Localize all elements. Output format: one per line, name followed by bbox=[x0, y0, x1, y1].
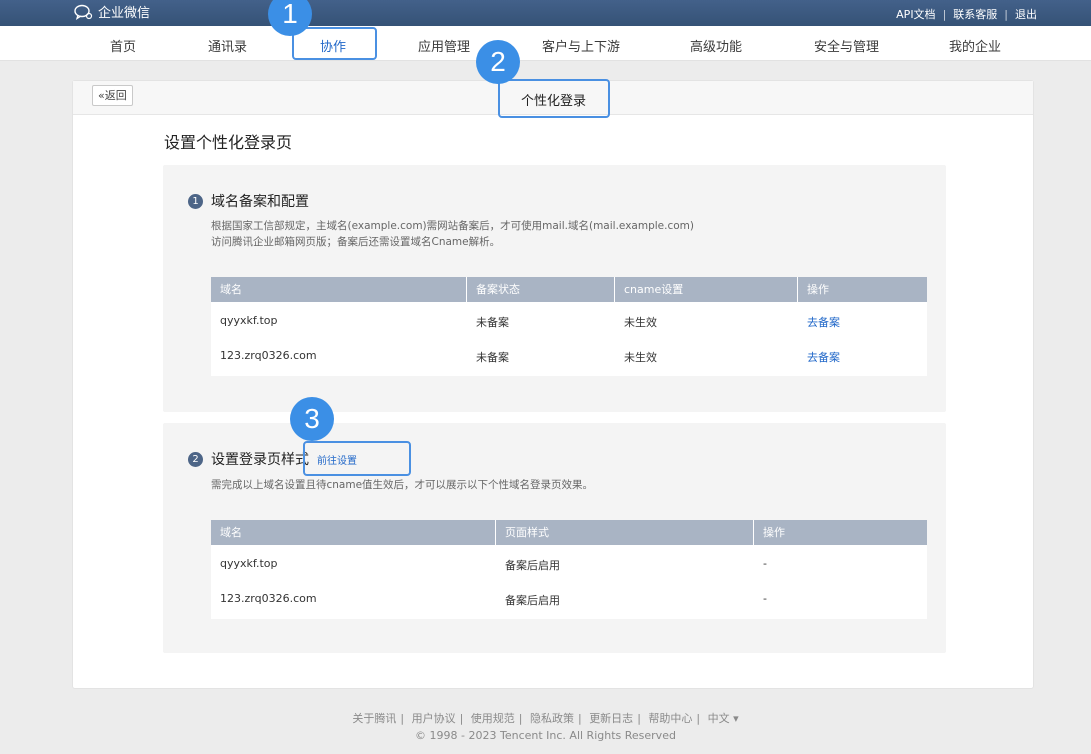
section-description: 需完成以上域名设置且待cname值生效后，才可以展示以下个性域名登录页效果。 bbox=[211, 479, 594, 491]
highlight-box-go-settings bbox=[303, 441, 411, 476]
nav-my-company[interactable]: 我的企业 bbox=[949, 36, 1001, 55]
nav-customers[interactable]: 客户与上下游 bbox=[542, 36, 620, 55]
footer-link[interactable]: 关于腾讯 bbox=[352, 712, 396, 725]
cname-cell: 未生效 bbox=[624, 316, 657, 329]
divider: | bbox=[1004, 7, 1008, 21]
status-cell: 未备案 bbox=[476, 351, 509, 364]
register-link[interactable]: 去备案 bbox=[807, 314, 840, 330]
nav-home[interactable]: 首页 bbox=[110, 36, 136, 55]
domain-cell: 123.zrq0326.com bbox=[220, 592, 317, 605]
style-cell: 备案后启用 bbox=[505, 559, 560, 572]
column-header: 操作 bbox=[807, 283, 829, 296]
table-row: qyyxkf.top 未备案 未生效 去备案 bbox=[211, 302, 927, 339]
column-header: 域名 bbox=[211, 277, 467, 302]
app-logo[interactable]: 企业微信 bbox=[74, 2, 150, 21]
login-style-table: 域名 页面样式 操作 qyyxkf.top 备案后启用 - 123.zrq032… bbox=[211, 520, 927, 619]
language-select[interactable]: 中文 ▾ bbox=[708, 712, 739, 725]
highlight-box-personalized-login bbox=[498, 79, 610, 118]
content-card: «返回 个性化登录 设置个性化登录页 1 域名备案和配置 根据国家工信部规定，主… bbox=[72, 80, 1034, 689]
section-title: 设置登录页样式 bbox=[211, 452, 309, 468]
domain-cell: 123.zrq0326.com bbox=[220, 349, 317, 362]
table-row: 123.zrq0326.com 备案后启用 - bbox=[211, 582, 927, 619]
column-header: 域名 bbox=[211, 520, 496, 545]
step-number-badge: 1 bbox=[188, 193, 203, 209]
step-badge-3: 3 bbox=[290, 397, 334, 441]
api-docs-link[interactable]: API文档 bbox=[896, 6, 935, 22]
column-header: 操作 bbox=[763, 526, 785, 539]
nav-app-management[interactable]: 应用管理 bbox=[418, 36, 470, 55]
section-header: 1 域名备案和配置 bbox=[188, 191, 309, 211]
column-header: 备案状态 bbox=[467, 277, 615, 302]
description-line: 根据国家工信部规定，主域名(example.com)需网站备案后，才可使用mai… bbox=[211, 220, 694, 232]
footer-link[interactable]: 更新日志 bbox=[589, 712, 633, 725]
column-header: 页面样式 bbox=[496, 520, 754, 545]
top-links: API文档 | 联系客服 | 退出 bbox=[896, 6, 1037, 22]
wecom-logo-icon bbox=[74, 4, 93, 20]
footer-link[interactable]: 隐私政策 bbox=[530, 712, 574, 725]
nav-security[interactable]: 安全与管理 bbox=[814, 36, 879, 55]
style-cell: 备案后启用 bbox=[505, 594, 560, 607]
domain-config-panel: 1 域名备案和配置 根据国家工信部规定，主域名(example.com)需网站备… bbox=[163, 165, 946, 412]
column-header: cname设置 bbox=[615, 277, 798, 302]
domain-table: 域名 备案状态 cname设置 操作 qyyxkf.top 未备案 未生效 去备… bbox=[211, 277, 927, 376]
domain-cell: qyyxkf.top bbox=[220, 557, 278, 570]
step-number-badge: 2 bbox=[188, 451, 203, 467]
section-description: 根据国家工信部规定，主域名(example.com)需网站备案后，才可使用mai… bbox=[211, 218, 694, 250]
login-style-panel: 2 设置登录页样式 前往设置 需完成以上域名设置且待cname值生效后，才可以展… bbox=[163, 423, 946, 653]
footer-link[interactable]: 用户协议 bbox=[412, 712, 456, 725]
footer-links: 关于腾讯 | 用户协议 | 使用规范 | 隐私政策 | 更新日志 | 帮助中心 | 中文 ▾ bbox=[352, 712, 739, 725]
table-row: qyyxkf.top 备案后启用 - bbox=[211, 545, 927, 582]
app-name: 企业微信 bbox=[98, 6, 151, 21]
footer-link[interactable]: 帮助中心 bbox=[648, 712, 692, 725]
nav-advanced[interactable]: 高级功能 bbox=[690, 36, 742, 55]
nav-contacts[interactable]: 通讯录 bbox=[208, 36, 247, 55]
cname-cell: 未生效 bbox=[624, 351, 657, 364]
table-row: 123.zrq0326.com 未备案 未生效 去备案 bbox=[211, 339, 927, 376]
table-header: 域名 备案状态 cname设置 操作 bbox=[211, 277, 927, 302]
section-title: 域名备案和配置 bbox=[211, 194, 309, 210]
description-line: 访问腾讯企业邮箱网页版；备案后还需设置域名Cname解析。 bbox=[211, 236, 501, 248]
step-badge-2: 2 bbox=[476, 40, 520, 84]
divider: | bbox=[942, 7, 947, 21]
domain-cell: qyyxkf.top bbox=[220, 314, 278, 327]
main-nav: 首页 通讯录 协作 应用管理 客户与上下游 高级功能 安全与管理 我的企业 bbox=[0, 26, 1091, 61]
table-header: 域名 页面样式 操作 bbox=[211, 520, 927, 545]
footer-link[interactable]: 使用规范 bbox=[471, 712, 515, 725]
logout-link[interactable]: 退出 bbox=[1015, 6, 1037, 22]
status-cell: 未备案 bbox=[476, 316, 509, 329]
highlight-box-collaboration bbox=[292, 27, 377, 60]
action-cell: - bbox=[763, 592, 767, 605]
top-bar: 企业微信 API文档 | 联系客服 | 退出 bbox=[0, 0, 1091, 26]
page-title: 设置个性化登录页 bbox=[164, 133, 293, 152]
action-cell: - bbox=[763, 557, 767, 570]
contact-support-link[interactable]: 联系客服 bbox=[953, 6, 997, 22]
register-link[interactable]: 去备案 bbox=[807, 349, 840, 365]
back-button[interactable]: «返回 bbox=[92, 85, 133, 106]
copyright: © 1998 - 2023 Tencent Inc. All Rights Re… bbox=[415, 729, 676, 742]
